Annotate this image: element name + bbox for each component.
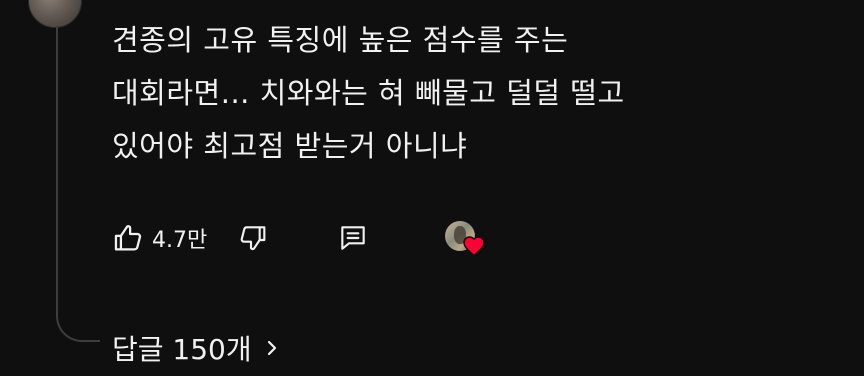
dislike-button[interactable]: [233, 218, 273, 258]
creator-heart: [443, 218, 487, 258]
comment-actions: 4.7만: [106, 218, 487, 258]
comment-icon: [341, 226, 365, 250]
commenter-avatar[interactable]: [28, 0, 82, 28]
heart-icon: [463, 236, 485, 257]
thumbs-up-icon: [114, 225, 142, 251]
reply-thread-line: [56, 26, 100, 342]
comment-text: 견종의 고유 특징에 높은 점수를 주는 대회라면... 치와와는 혀 빼물고 …: [112, 14, 812, 173]
comment-line: 대회라면... 치와와는 혀 빼물고 덜덜 떨고: [112, 76, 625, 110]
thumbs-down-icon: [240, 226, 266, 251]
replies-label: 답글 150개: [112, 333, 252, 366]
comment-line: 견종의 고유 특징에 높은 점수를 주는: [112, 23, 569, 57]
like-count: 4.7만: [152, 228, 208, 253]
view-replies-button[interactable]: 답글 150개: [112, 326, 280, 370]
like-button[interactable]: [106, 218, 150, 258]
reply-button[interactable]: [333, 218, 373, 258]
chevron-right-icon: [267, 340, 276, 356]
comment-line: 있어야 최고점 받는거 아니냐: [112, 129, 468, 163]
